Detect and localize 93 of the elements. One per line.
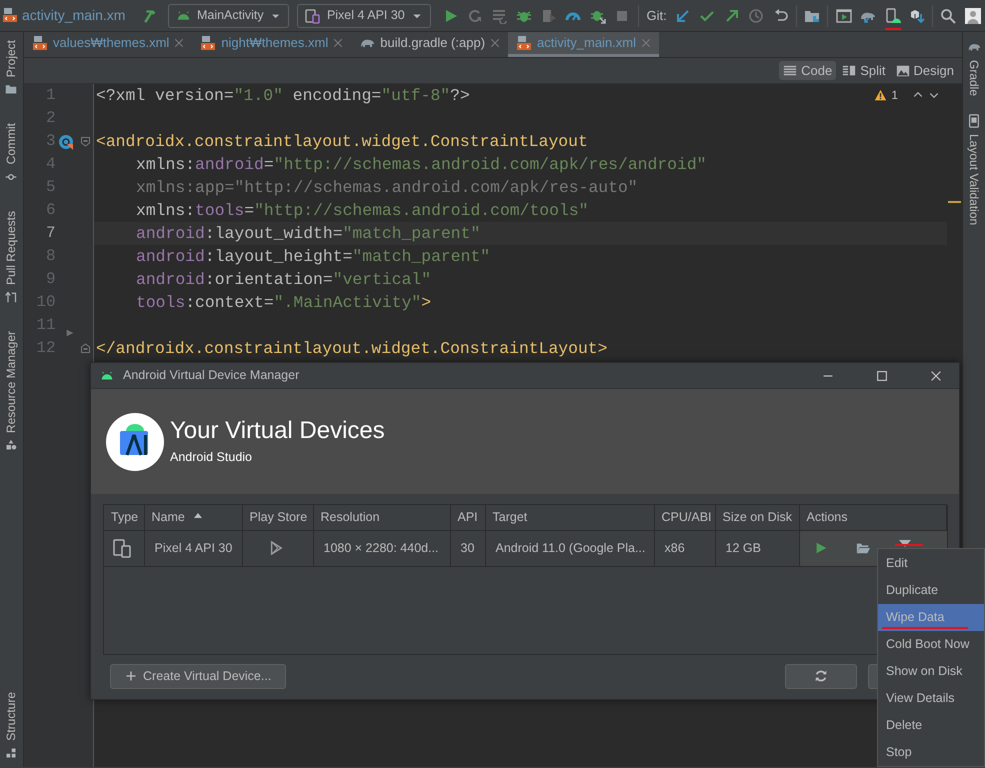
tool-window-tab[interactable]: Gradle xyxy=(966,60,982,96)
view-mode-button[interactable]: Split xyxy=(838,60,890,80)
table-cell: 12 GB xyxy=(715,530,799,566)
run-config-dropdown[interactable]: MainActivity xyxy=(168,4,289,28)
screen-play-icon[interactable] xyxy=(836,8,852,24)
menu-item[interactable]: Duplicate xyxy=(878,577,984,604)
undo-icon[interactable] xyxy=(772,8,789,24)
devices-icon xyxy=(113,538,133,558)
table-cell: x86 xyxy=(654,530,715,566)
update-arrow-icon[interactable] xyxy=(674,8,691,24)
tool-window-tab[interactable]: Project xyxy=(4,40,19,78)
column-header[interactable]: Target xyxy=(485,505,654,530)
devices-icon xyxy=(304,8,321,24)
git-label: Git: xyxy=(646,8,667,24)
warning-count[interactable]: 1 xyxy=(891,88,898,102)
close-icon[interactable] xyxy=(929,368,943,382)
column-header[interactable]: Size on Disk xyxy=(715,505,799,530)
column-header[interactable]: Name xyxy=(144,505,242,530)
push-arrow-icon[interactable] xyxy=(724,8,740,24)
menu-item[interactable]: Edit xyxy=(878,550,984,577)
menu-item[interactable]: Cold Boot Now xyxy=(878,631,984,658)
code-line: android:orientation="vertical" xyxy=(135,270,432,290)
menu-item[interactable]: Show on Disk xyxy=(878,658,984,685)
folder-icon[interactable] xyxy=(5,83,18,96)
code-line: <androidx.constraintlayout.widget.ConstraintLayout xyxy=(95,132,588,152)
code-line: android:layout_width="match_parent" xyxy=(135,224,480,244)
code-line: xmlns:android="http://schemas.android.com/apk/res/android" xyxy=(135,154,707,174)
fold-marker-icon[interactable] xyxy=(80,136,91,147)
search-icon[interactable] xyxy=(940,8,956,24)
column-header[interactable]: Resolution xyxy=(313,505,450,530)
plus-icon xyxy=(125,670,137,682)
sdk-cubes-icon[interactable] xyxy=(909,8,926,24)
code-line: android:layout_height="match_parent" xyxy=(135,246,490,266)
refresh-icon xyxy=(814,669,828,683)
lines-icon xyxy=(783,64,798,78)
table-cell: Pixel 4 API 30 xyxy=(144,530,242,566)
view-mode-button[interactable]: Design xyxy=(892,60,958,80)
user-avatar[interactable] xyxy=(964,8,981,24)
fold-marker-icon[interactable] xyxy=(80,343,91,354)
dialog-heading: Your Virtual Devices xyxy=(170,418,385,444)
column-header[interactable]: Play Store xyxy=(242,505,313,530)
maximize-icon[interactable] xyxy=(875,368,889,382)
column-header[interactable]: API xyxy=(450,505,485,530)
shapes-icon[interactable] xyxy=(5,438,18,451)
code-line: <?xml version="1.0" encoding="utf-8"?> xyxy=(95,86,470,106)
tool-window-tab[interactable]: Pull Requests xyxy=(4,210,19,285)
line-number: 7 xyxy=(44,223,56,244)
error-stripe-marker[interactable] xyxy=(948,201,961,203)
folder-icon[interactable] xyxy=(856,541,870,555)
menu-item[interactable]: Delete xyxy=(878,712,984,739)
phone-layout-icon[interactable] xyxy=(966,114,981,128)
image-icon xyxy=(896,64,910,78)
column-header[interactable]: CPU/ABI xyxy=(654,505,715,530)
code-line: xmlns:tools="http://schemas.android.com/tools" xyxy=(135,200,588,220)
window-title: Android Virtual Device Manager xyxy=(123,368,300,383)
code-line: xmlns:app="http://schemas.android.com/apk/res-auto" xyxy=(135,178,638,198)
refresh-button[interactable] xyxy=(785,664,857,688)
tool-window-tab[interactable]: Commit xyxy=(4,123,19,165)
create-device-button[interactable]: Create Virtual Device... xyxy=(110,664,286,688)
tool-window-tab[interactable]: Layout Validation xyxy=(966,134,982,226)
table-cell: 30 xyxy=(450,530,485,566)
phone-android-icon[interactable] xyxy=(884,8,901,24)
editor-tab[interactable]: night₩themes.xml xyxy=(192,32,352,57)
menu-item[interactable]: Stop xyxy=(878,739,984,766)
table-cell: Android 11.0 (Google Pla... xyxy=(485,530,654,566)
dialog-subheading: Android Studio xyxy=(170,450,254,466)
xml-file-icon xyxy=(2,7,18,24)
editor-tab[interactable]: build.gradle (:app) xyxy=(351,32,508,57)
code-line: </androidx.constraintlayout.widget.ConstraintLayout> xyxy=(95,338,608,358)
xml-file-icon xyxy=(200,35,216,51)
menu-item[interactable]: View Details xyxy=(878,685,984,712)
run-icon[interactable] xyxy=(814,541,828,555)
device-dropdown[interactable]: Pixel 4 API 30 xyxy=(296,4,431,28)
app-logo xyxy=(106,412,164,470)
warning-icon[interactable] xyxy=(874,88,888,102)
column-header[interactable]: Type xyxy=(104,505,144,530)
column-header[interactable]: Actions xyxy=(799,505,947,530)
code-line: tools:context=".MainActivity"> xyxy=(135,292,432,312)
tool-window-tab[interactable]: Resource Manager xyxy=(4,330,19,433)
file-name[interactable]: activity_main.xm xyxy=(22,7,126,24)
tool-window-tab[interactable]: Structure xyxy=(4,692,19,741)
table-cell: 1080 × 2280: 440d... xyxy=(313,530,450,566)
pull-request-icon[interactable] xyxy=(5,290,18,303)
run-icon[interactable] xyxy=(443,8,459,24)
xml-file-icon xyxy=(32,35,48,51)
split-view-icon xyxy=(842,64,856,78)
editor-tab[interactable]: values₩themes.xml xyxy=(24,32,192,57)
play-store-icon xyxy=(268,541,282,555)
xml-file-icon xyxy=(516,35,532,51)
view-mode-button[interactable]: Code xyxy=(779,60,836,80)
layout-preview-icon[interactable] xyxy=(58,134,74,150)
structure-icon[interactable] xyxy=(5,747,18,759)
sort-ascending-icon[interactable] xyxy=(192,510,203,519)
